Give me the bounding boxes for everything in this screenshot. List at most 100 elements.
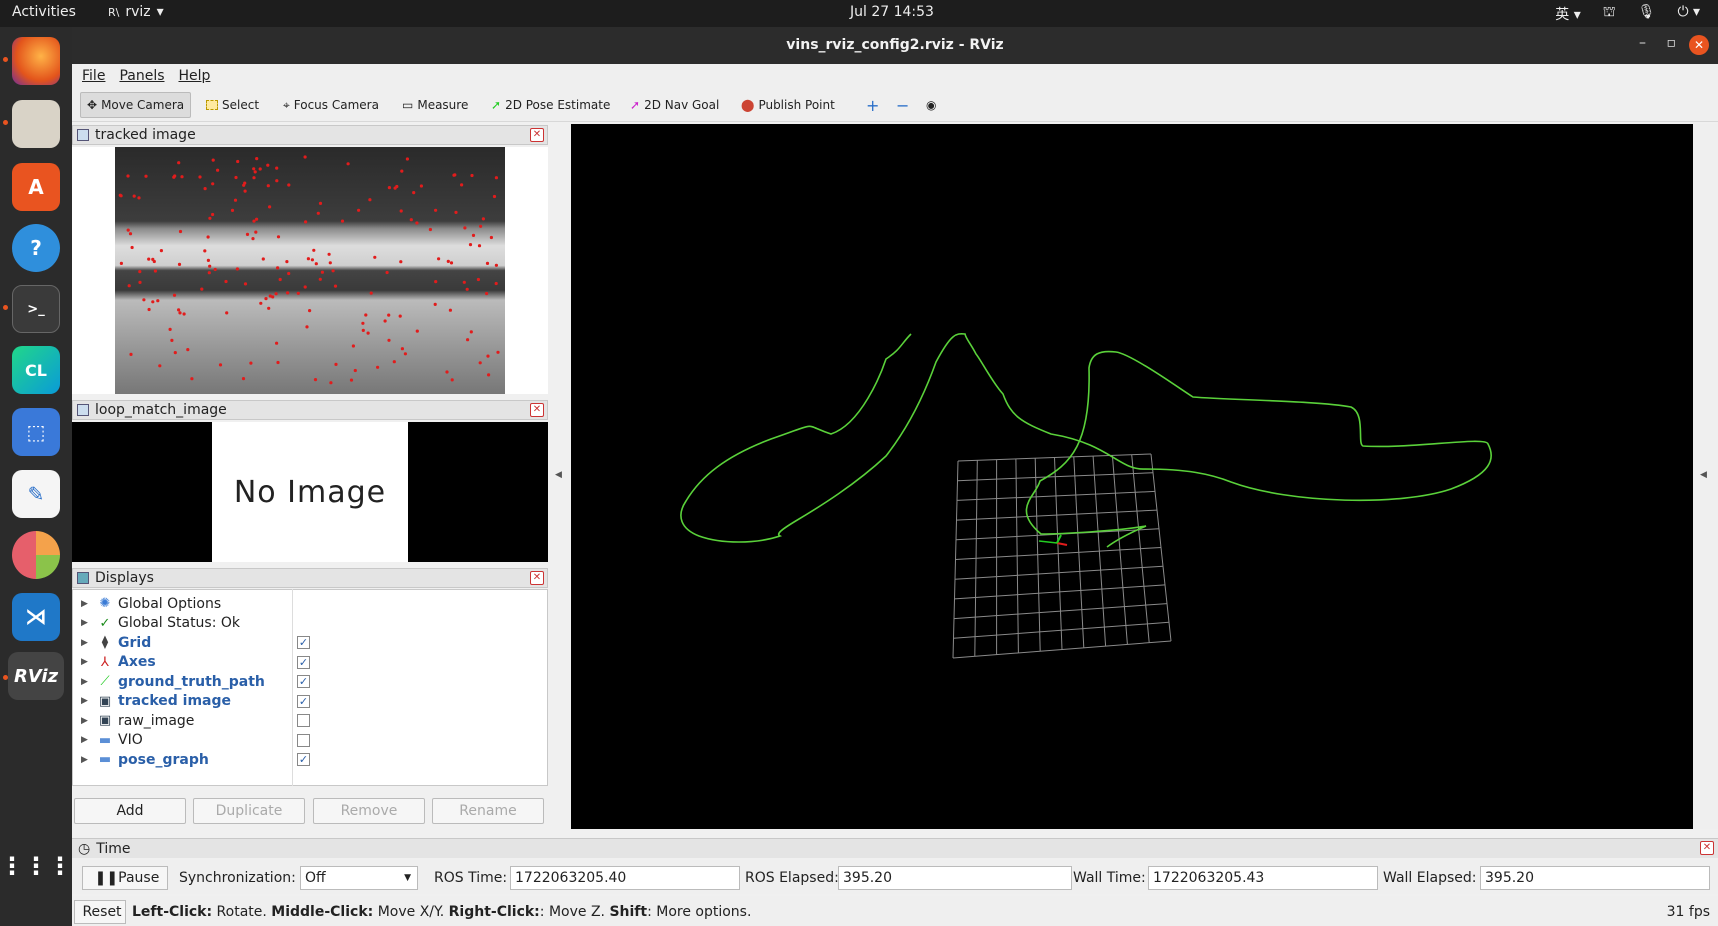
display-enabled-checkbox[interactable]: ✓ [297,655,310,669]
eye-icon[interactable]: ◉ [920,92,942,118]
menu-file[interactable]: File [82,68,105,84]
focus-camera-button[interactable]: ⌖ Focus Camera [277,92,385,118]
measure-button[interactable]: ▭ Measure [396,92,474,118]
display-enabled-checkbox[interactable] [297,714,310,727]
expand-arrow-icon[interactable]: ▶ [81,599,88,609]
clion-icon[interactable]: CL [12,346,60,394]
ros-elapsed-label: ROS Elapsed: [745,870,839,886]
collapse-right-icon[interactable]: ◀ [1700,470,1707,480]
rename-display-button[interactable]: Rename [432,798,544,824]
expand-arrow-icon[interactable]: ▶ [81,755,88,765]
menu-help[interactable]: Help [179,68,211,84]
image-icon [77,404,89,416]
display-row[interactable]: ▶ ⟋ ground_truth_path ✓ [73,672,549,691]
help-icon[interactable]: ? [12,224,60,272]
close-panel-icon[interactable]: ✕ [530,128,544,142]
expand-arrow-icon[interactable]: ▶ [81,677,88,687]
close-panel-icon[interactable]: ✕ [530,571,544,585]
select-icon [206,100,218,110]
select-button[interactable]: Select [200,92,265,118]
display-enabled-checkbox[interactable]: ✓ [297,694,310,708]
wall-elapsed-field[interactable]: 395.20 [1480,866,1710,890]
clock[interactable]: Jul 27 14:53 [850,4,934,20]
menu-panels[interactable]: Panels [119,68,164,84]
duplicate-display-button[interactable]: Duplicate [193,798,305,824]
ros-elapsed-field[interactable]: 395.20 [838,866,1072,890]
sync-select[interactable]: Off ▼ [300,866,418,890]
chevron-down-icon: ▾ [156,4,164,20]
app-menu[interactable]: R\ rviz ▾ [108,4,164,20]
expand-arrow-icon[interactable]: ▶ [81,638,88,648]
ground-grid [952,453,1172,659]
software-center-icon[interactable]: A [12,163,60,211]
expand-arrow-icon[interactable]: ▶ [81,716,88,726]
reset-button[interactable]: Reset [74,900,126,924]
display-label: ground_truth_path [118,673,265,690]
power-icon[interactable]: ⏻ ▾ [1677,4,1700,24]
crosshair-icon: ⌖ [283,97,290,112]
show-apps-icon[interactable]: ⋮⋮⋮ [0,842,72,890]
activities-button[interactable]: Activities [12,4,76,20]
check-icon: ✓ [99,615,111,631]
rviz-icon[interactable]: RViz [8,652,64,700]
ros-time-field[interactable]: 1722063205.40 [510,866,740,890]
grid-icon: ⧫ [101,635,109,650]
gear-icon: ✺ [99,596,111,611]
display-row[interactable]: ▶ ▬ VIO [73,731,549,750]
minimize-icon[interactable]: – [1639,35,1646,51]
add-tool-icon[interactable]: + [860,92,885,118]
collapse-left-icon[interactable]: ◀ [555,470,562,480]
vscode-icon[interactable]: ⋊ [12,593,60,641]
image-icon: ▣ [98,693,112,709]
folder-icon: ▬ [98,752,112,767]
display-row[interactable]: ▶ ▣ raw_image [73,711,549,730]
pause-button[interactable]: ❚❚ Pause [82,866,168,890]
app-name: rviz [125,4,151,20]
display-row[interactable]: ▶ ✓ Global Status: Ok [73,614,549,633]
loop-match-panel-header: loop_match_image ✕ [72,400,548,420]
expand-arrow-icon[interactable]: ▶ [81,735,88,745]
window-titlebar[interactable]: vins_rviz_config2.rviz - RViz – ▫ ✕ [72,27,1718,64]
display-row[interactable]: ▶ ▬ pose_graph ✓ [73,750,549,769]
terminal-icon[interactable]: >_ [12,285,60,333]
display-row[interactable]: ▶ ⧫ Grid ✓ [73,633,549,652]
display-row[interactable]: ▶ ✺ Global Options [73,594,549,613]
pose-estimate-button[interactable]: ➚ 2D Pose Estimate [485,92,616,118]
panel-title: tracked image [95,127,196,143]
expand-arrow-icon[interactable]: ▶ [81,657,88,667]
system-tray[interactable]: 英 ▾ ⛫ 🎙 ⏻ ▾ [1555,4,1700,24]
expand-arrow-icon[interactable]: ▶ [81,696,88,706]
display-enabled-checkbox[interactable]: ✓ [297,675,310,688]
wall-time-field[interactable]: 1722063205.43 [1148,866,1378,890]
microphone-icon[interactable]: 🎙 [1638,4,1656,24]
displays-tree[interactable]: ▶ ✺ Global Options ▶ ✓ Global Status: Ok ▶ ⧫ Gri… [72,589,548,786]
firefox-icon[interactable] [12,37,60,85]
publish-point-button[interactable]: ⬤ Publish Point [735,92,841,118]
move-camera-button[interactable]: ✥ Move Camera [80,92,192,118]
text-editor-icon[interactable]: ✎ [12,470,60,518]
network-icon[interactable]: ⛫ [1603,4,1616,24]
close-panel-icon[interactable]: ✕ [530,403,544,417]
display-enabled-checkbox[interactable]: ✓ [297,636,310,649]
remove-tool-icon[interactable]: − [890,92,915,118]
display-enabled-checkbox[interactable] [297,733,310,747]
nav-goal-button[interactable]: ➚ 2D Nav Goal [624,92,725,118]
status-bar: Reset Left-Click: Rotate. Middle-Click: … [72,896,1718,926]
add-display-button[interactable]: Add [74,798,186,824]
display-enabled-checkbox[interactable]: ✓ [297,753,310,766]
disk-usage-icon[interactable] [12,531,60,579]
screenshot-icon[interactable]: ⬚ [12,408,60,456]
input-method[interactable]: 英 ▾ [1555,4,1580,24]
remove-display-button[interactable]: Remove [313,798,425,824]
close-panel-icon[interactable]: ✕ [1700,841,1714,855]
dock: A ? >_ CL ⬚ ✎ ⋊ RViz ⋮⋮⋮ [0,27,72,926]
expand-arrow-icon[interactable]: ▶ [81,618,88,628]
close-icon[interactable]: ✕ [1689,35,1709,55]
rviz-app-icon: R\ [108,5,120,19]
files-icon[interactable] [12,100,60,148]
feature-points [118,155,500,385]
display-row[interactable]: ▶ ⅄ Axes ✓ [73,653,549,672]
display-row[interactable]: ▶ ▣ tracked image ✓ [73,692,549,711]
3d-render-view[interactable] [571,124,1693,829]
maximize-icon[interactable]: ▫ [1667,35,1677,51]
